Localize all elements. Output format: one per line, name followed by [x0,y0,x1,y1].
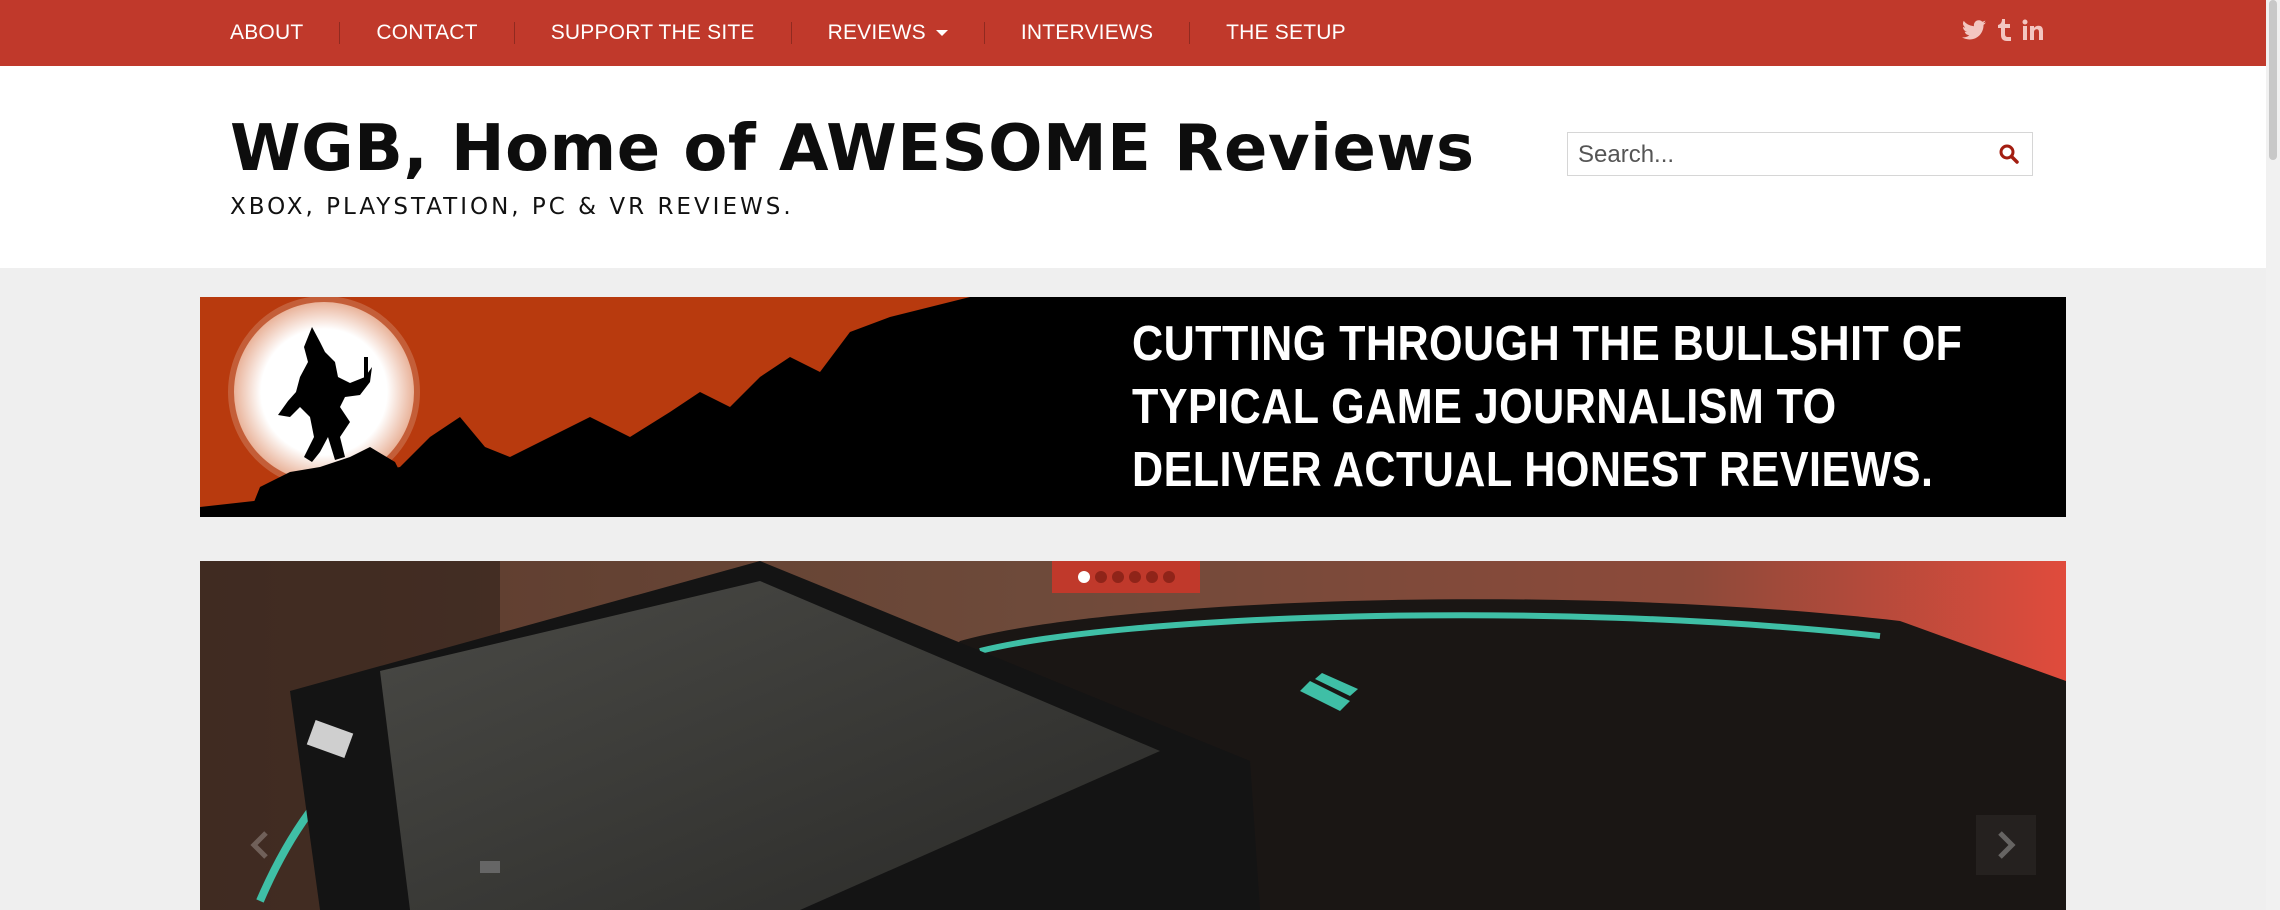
linkedin-icon[interactable] [2022,19,2044,47]
slider-dot[interactable] [1162,571,1175,583]
nav-item-support-the-site[interactable]: SUPPORT THE SITE [551,21,755,45]
scrollbar-thumb[interactable] [2269,0,2277,160]
slider-dot[interactable] [1094,571,1107,583]
nav-item-about[interactable]: ABOUT [230,21,303,45]
search-box [1567,132,2033,176]
tumblr-icon[interactable] [1996,19,2012,47]
nav-divider [983,22,985,44]
nav-item-reviews[interactable]: REVIEWS [828,21,948,45]
slider-pagination [1052,561,1200,593]
site-tagline: XBOX, PLAYSTATION, PC & VR REVIEWS. [230,194,794,220]
nav-divider [790,22,792,44]
nav-item-the-setup[interactable]: THE SETUP [1226,21,1346,45]
social-links [1962,0,2044,66]
banner-line-1: CUTTING THROUGH THE BULLSHIT OF [1132,317,1963,371]
main-nav: ABOUT CONTACT SUPPORT THE SITE REVIEWS I… [230,0,1346,66]
top-nav-bar: ABOUT CONTACT SUPPORT THE SITE REVIEWS I… [0,0,2266,66]
nav-item-contact[interactable]: CONTACT [376,21,477,45]
search-input[interactable] [1576,137,1980,173]
slider-prev-button[interactable] [230,815,290,875]
promo-banner[interactable]: CUTTING THROUGH THE BULLSHIT OF TYPICAL … [200,297,2066,517]
slider-dot[interactable] [1077,571,1090,583]
page-scrollbar[interactable] [2266,0,2280,910]
chevron-down-icon [935,30,948,37]
search-icon[interactable] [1998,143,2020,165]
nav-item-reviews-label: REVIEWS [827,21,926,44]
hero-slider[interactable] [200,561,2066,910]
banner-line-3: DELIVER ACTUAL HONEST REVIEWS. [1132,443,1934,497]
slider-dot[interactable] [1145,571,1158,583]
twitter-icon[interactable] [1962,20,1986,46]
nav-item-interviews[interactable]: INTERVIEWS [1021,21,1153,45]
chevron-left-icon [250,831,268,859]
nav-divider [513,22,515,44]
slider-dot[interactable] [1128,571,1141,583]
slider-next-button[interactable] [1976,815,2036,875]
banner-slogan: CUTTING THROUGH THE BULLSHIT OF TYPICAL … [1132,313,1962,502]
site-title[interactable]: WGB, Home of AWESOME Reviews [230,112,1475,186]
slider-dot[interactable] [1111,571,1124,583]
banner-line-2: TYPICAL GAME JOURNALISM TO [1132,380,1837,434]
site-header: WGB, Home of AWESOME Reviews XBOX, PLAYS… [0,66,2266,268]
chevron-right-icon [1998,831,2016,859]
slide-image [200,561,2066,910]
nav-divider [1189,22,1191,44]
nav-divider [339,22,341,44]
